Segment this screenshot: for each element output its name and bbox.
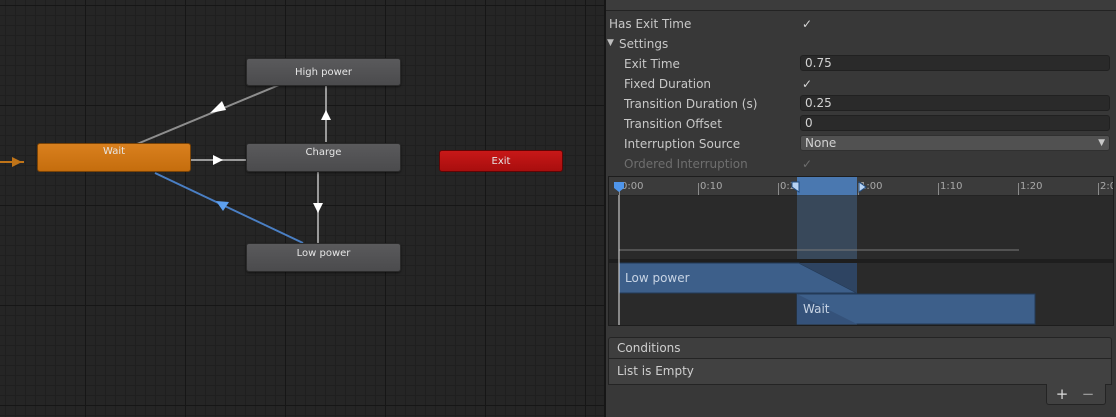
has-exit-time-checkbox[interactable]: ✓ [800,17,814,31]
transition-charge-to-lowpower-arrowhead [313,203,323,213]
ordered-interruption-checkbox: ✓ [801,157,813,171]
interruption-source-label: Interruption Source [624,137,741,151]
state-exit[interactable]: Exit [439,150,563,172]
interruption-source-value: None [805,136,837,150]
interruption-source-dropdown[interactable]: None ▼ [800,135,1110,151]
transition-timeline[interactable]: 0:00 0:10 0:20 1:00 1:10 1:20 2:0 [608,176,1114,326]
state-charge[interactable]: Charge [246,143,401,172]
transition-wait-to-highpower[interactable] [136,84,280,145]
state-high-power[interactable]: High power [246,58,401,86]
dropdown-arrow-icon: ▼ [1098,138,1105,148]
entry-transition-arrowhead [12,157,22,167]
exit-time-field[interactable]: 0.75 [800,55,1110,71]
transition-offset-field[interactable]: 0 [800,115,1110,131]
animator-graph[interactable]: High power Wait Charge Exit Low power [0,0,604,417]
fixed-duration-checkbox[interactable]: ✓ [800,77,814,91]
settings-label: Settings [619,37,669,51]
state-low-power[interactable]: Low power [246,243,401,272]
playhead-marker-icon[interactable] [614,182,624,192]
transition-offset-label: Transition Offset [624,117,722,131]
transition-charge-to-highpower-arrowhead [321,110,331,120]
transition-inspector: Has Exit Time ✓ ▼ Settings Exit Time 0.7… [606,0,1116,417]
transition-region-ruler-highlight [797,177,857,195]
state-wait-default[interactable]: Wait [37,143,191,172]
conditions-empty-text: List is Empty [608,359,1112,385]
conditions-toolbar: + − [1046,384,1106,405]
state-high-power-label: High power [294,66,353,78]
has-exit-time-label: Has Exit Time [609,17,692,31]
dest-clip-label: Wait [803,302,830,316]
source-clip-label: Low power [625,271,690,285]
inspector-header-edge [606,0,1116,11]
remove-condition-button[interactable]: − [1077,384,1099,404]
conditions-header: Conditions [608,337,1112,359]
state-wait-label: Wait [102,146,126,157]
state-charge-label: Charge [305,147,342,158]
ordered-interruption-row: Ordered Interruption ✓ [606,154,1116,174]
fixed-duration-row: Fixed Duration ✓ [606,74,1116,94]
settings-foldout[interactable]: ▼ Settings [606,34,1116,54]
transition-end-handle-icon[interactable] [858,181,867,193]
transition-start-handle-icon[interactable] [791,181,800,193]
ordered-interruption-label: Ordered Interruption [624,157,748,171]
transition-duration-field[interactable]: 0.25 [800,95,1110,111]
foldout-triangle-icon[interactable]: ▼ [607,38,614,48]
transition-offset-row: Transition Offset 0 [606,114,1116,134]
add-condition-button[interactable]: + [1051,384,1073,404]
transition-wait-to-highpower-arrowhead [210,101,226,113]
transition-lowpower-to-wait[interactable] [154,172,304,244]
interruption-source-row: Interruption Source None ▼ [606,134,1116,154]
exit-time-row: Exit Time 0.75 [606,54,1116,74]
transition-duration-row: Transition Duration (s) 0.25 [606,94,1116,114]
state-low-power-label: Low power [296,248,351,259]
transition-duration-label: Transition Duration (s) [624,97,758,111]
fixed-duration-label: Fixed Duration [624,77,712,91]
transition-wait-to-charge-arrowhead [213,155,223,165]
has-exit-time-row: Has Exit Time ✓ [606,14,1116,34]
state-exit-label: Exit [491,155,511,167]
exit-time-label: Exit Time [624,57,680,71]
